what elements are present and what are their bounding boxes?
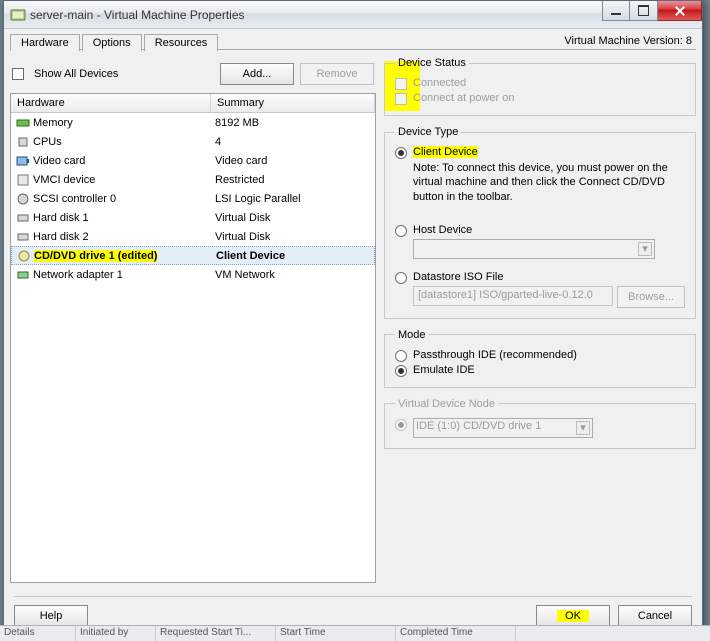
vmci-icon	[13, 173, 33, 187]
maximize-button[interactable]	[630, 1, 658, 21]
help-button[interactable]: Help	[14, 605, 88, 627]
minimize-button[interactable]	[602, 1, 630, 21]
datastore-iso-radio[interactable]	[395, 272, 407, 284]
device-type-legend: Device Type	[395, 126, 461, 138]
tab-resources[interactable]: Resources	[144, 34, 219, 51]
host-device-select: ▾	[413, 239, 655, 259]
device-type-group: Device Type Client Device Note: To conne…	[384, 126, 696, 319]
window-title: server-main - Virtual Machine Properties	[30, 8, 245, 22]
cd-drive-label: CD/DVD drive 1 (edited)	[34, 250, 157, 262]
col-hardware[interactable]: Hardware	[11, 94, 211, 112]
passthrough-label: Passthrough IDE (recommended)	[413, 349, 577, 361]
connect-poweron-label: Connect at power on	[413, 92, 515, 104]
virtual-device-node-group: Virtual Device Node IDE (1:0) CD/DVD dri…	[384, 398, 696, 449]
table-row-selected[interactable]: CD/DVD drive 1 (edited) Client Device	[11, 246, 375, 265]
table-row[interactable]: Network adapter 1 VM Network	[11, 265, 375, 284]
host-device-radio[interactable]	[395, 225, 407, 237]
connected-checkbox	[395, 78, 407, 90]
left-pane: Show All Devices Add... Remove Hardware …	[10, 57, 376, 586]
connected-label: Connected	[413, 77, 466, 89]
show-all-devices-label: Show All Devices	[34, 68, 118, 80]
vdn-radio	[395, 419, 407, 431]
host-device-label: Host Device	[413, 224, 472, 236]
tab-options[interactable]: Options	[82, 34, 142, 51]
table-header: Hardware Summary	[11, 94, 375, 113]
scsi-icon	[13, 192, 33, 206]
table-row[interactable]: CPUs 4	[11, 132, 375, 151]
tab-strip: Hardware Options Resources Virtual Machi…	[4, 29, 702, 49]
emulate-radio[interactable]	[395, 365, 407, 377]
device-status-group: Device Status Connected Connect at power…	[384, 57, 696, 116]
cd-icon	[14, 249, 34, 263]
table-row[interactable]: Hard disk 1 Virtual Disk	[11, 208, 375, 227]
table-row[interactable]: VMCI device Restricted	[11, 170, 375, 189]
client-device-radio[interactable]	[395, 147, 407, 159]
background-statusbar: Details Initiated by Requested Start Ti.…	[0, 625, 710, 641]
show-all-devices-checkbox[interactable]	[12, 68, 24, 80]
col-summary[interactable]: Summary	[211, 94, 375, 112]
device-status-legend: Device Status	[395, 57, 469, 69]
cpu-icon	[13, 135, 33, 149]
disk-icon	[13, 230, 33, 244]
table-row[interactable]: SCSI controller 0 LSI Logic Parallel	[11, 189, 375, 208]
mode-legend: Mode	[395, 329, 429, 341]
remove-button: Remove	[300, 63, 374, 85]
table-row[interactable]: Video card Video card	[11, 151, 375, 170]
iso-path-field: [datastore1] ISO/gparted-live-0.12.0	[413, 286, 613, 306]
memory-icon	[13, 116, 33, 130]
browse-button: Browse...	[617, 286, 685, 308]
connect-poweron-checkbox	[395, 93, 407, 105]
mode-group: Mode Passthrough IDE (recommended) Emula…	[384, 329, 696, 388]
nic-icon	[13, 268, 33, 282]
add-button[interactable]: Add...	[220, 63, 294, 85]
vm-properties-window: server-main - Virtual Machine Properties…	[3, 0, 703, 637]
datastore-iso-label: Datastore ISO File	[413, 271, 503, 283]
vm-version-label: Virtual Machine Version: 8	[564, 35, 692, 47]
table-row[interactable]: Memory 8192 MB	[11, 113, 375, 132]
vdn-select: IDE (1:0) CD/DVD drive 1 ▾	[413, 418, 593, 438]
titlebar[interactable]: server-main - Virtual Machine Properties	[4, 1, 702, 29]
client-device-note: Note: To connect this device, you must p…	[413, 161, 685, 204]
right-pane: Device Status Connected Connect at power…	[384, 57, 696, 586]
client-device-label: Client Device	[413, 146, 478, 158]
close-button[interactable]	[658, 1, 702, 21]
bottom-bar: Help OK Cancel	[14, 596, 692, 626]
emulate-label: Emulate IDE	[413, 364, 475, 376]
client-area: Hardware Options Resources Virtual Machi…	[4, 29, 702, 636]
ok-button[interactable]: OK	[536, 605, 610, 627]
table-row[interactable]: Hard disk 2 Virtual Disk	[11, 227, 375, 246]
passthrough-radio[interactable]	[395, 350, 407, 362]
disk-icon	[13, 211, 33, 225]
cancel-button[interactable]: Cancel	[618, 605, 692, 627]
vdn-legend: Virtual Device Node	[395, 398, 498, 410]
tab-hardware[interactable]: Hardware	[10, 34, 80, 51]
hardware-table: Hardware Summary Memory 8192 MB CPUs 4	[10, 93, 376, 583]
video-icon	[13, 154, 33, 168]
vm-icon	[10, 7, 26, 23]
